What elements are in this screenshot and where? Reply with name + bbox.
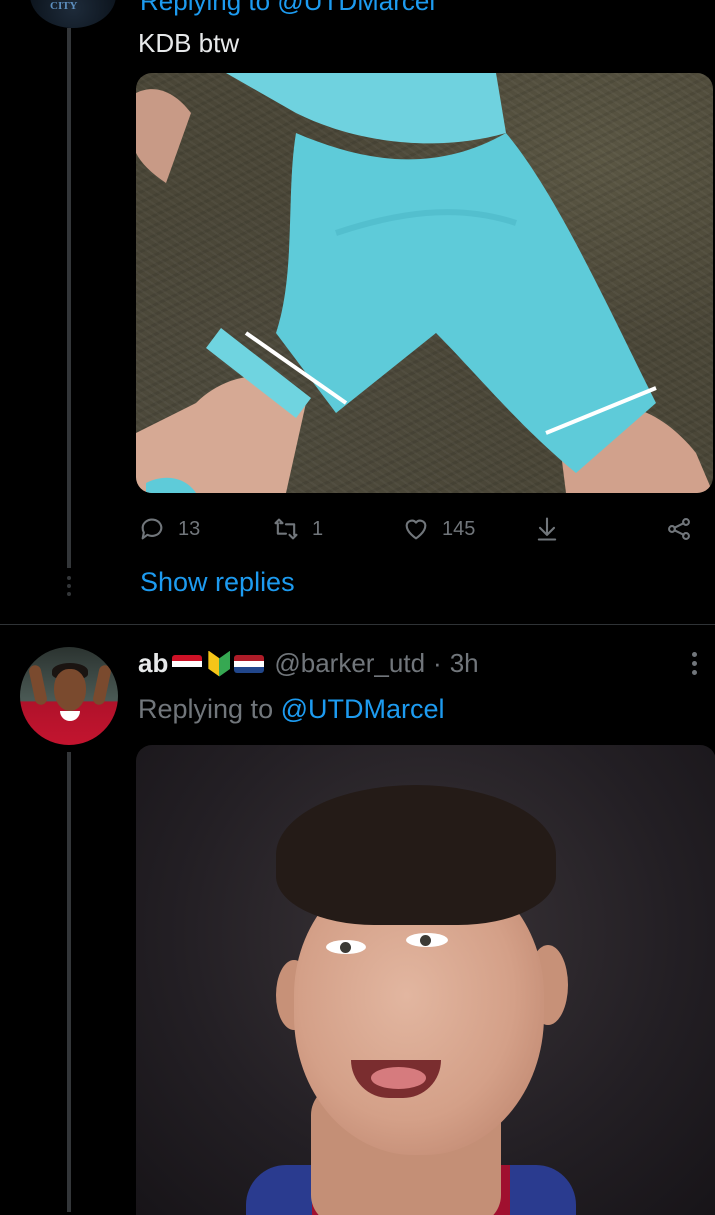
divider (0, 624, 715, 625)
club-crest-icon: CITY (50, 0, 78, 12)
tweet-text: KDB btw (138, 28, 240, 58)
reply-button[interactable]: 13 (138, 512, 200, 546)
shorts-illustration (136, 73, 713, 493)
avatar-barker[interactable] (20, 647, 118, 745)
download-icon (537, 517, 557, 541)
user-handle[interactable]: @barker_utd (274, 648, 425, 679)
reply-icon (141, 518, 163, 540)
thread-line (67, 752, 71, 1212)
thread-dots (67, 576, 71, 596)
replying-to-cut: Replying to @UTDMarcel (140, 0, 436, 16)
beginner-badge-icon (208, 650, 231, 677)
show-replies-link[interactable]: Show replies (140, 567, 295, 598)
replying-to: Replying to @UTDMarcel (138, 694, 445, 725)
mention-link[interactable]: @UTDMarcel (281, 694, 445, 724)
separator-dot: · (433, 648, 442, 678)
avatar-man-city[interactable]: CITY (30, 0, 116, 28)
like-button[interactable]: 145 (402, 512, 475, 546)
like-count: 145 (442, 517, 476, 540)
download-button[interactable] (533, 512, 561, 546)
tweet-time[interactable]: 3h (450, 648, 479, 679)
heart-icon (405, 519, 427, 540)
display-name[interactable]: ab (138, 648, 168, 679)
share-icon (668, 518, 690, 540)
replying-prefix: Replying to (138, 694, 274, 724)
retweet-icon (274, 518, 298, 540)
tweet-header: ab @barker_utd · 3h (138, 648, 479, 679)
more-options-icon[interactable] (692, 652, 698, 678)
reply-count: 13 (178, 517, 201, 540)
tweet-media-image[interactable] (136, 73, 713, 493)
thread-line (67, 28, 71, 568)
netherlands-flag-icon (234, 654, 265, 673)
share-button[interactable] (665, 512, 693, 546)
egypt-flag-icon (172, 654, 203, 673)
retweet-count: 1 (312, 517, 324, 540)
tweet-media-image[interactable] (136, 745, 715, 1215)
retweet-button[interactable]: 1 (272, 512, 323, 546)
